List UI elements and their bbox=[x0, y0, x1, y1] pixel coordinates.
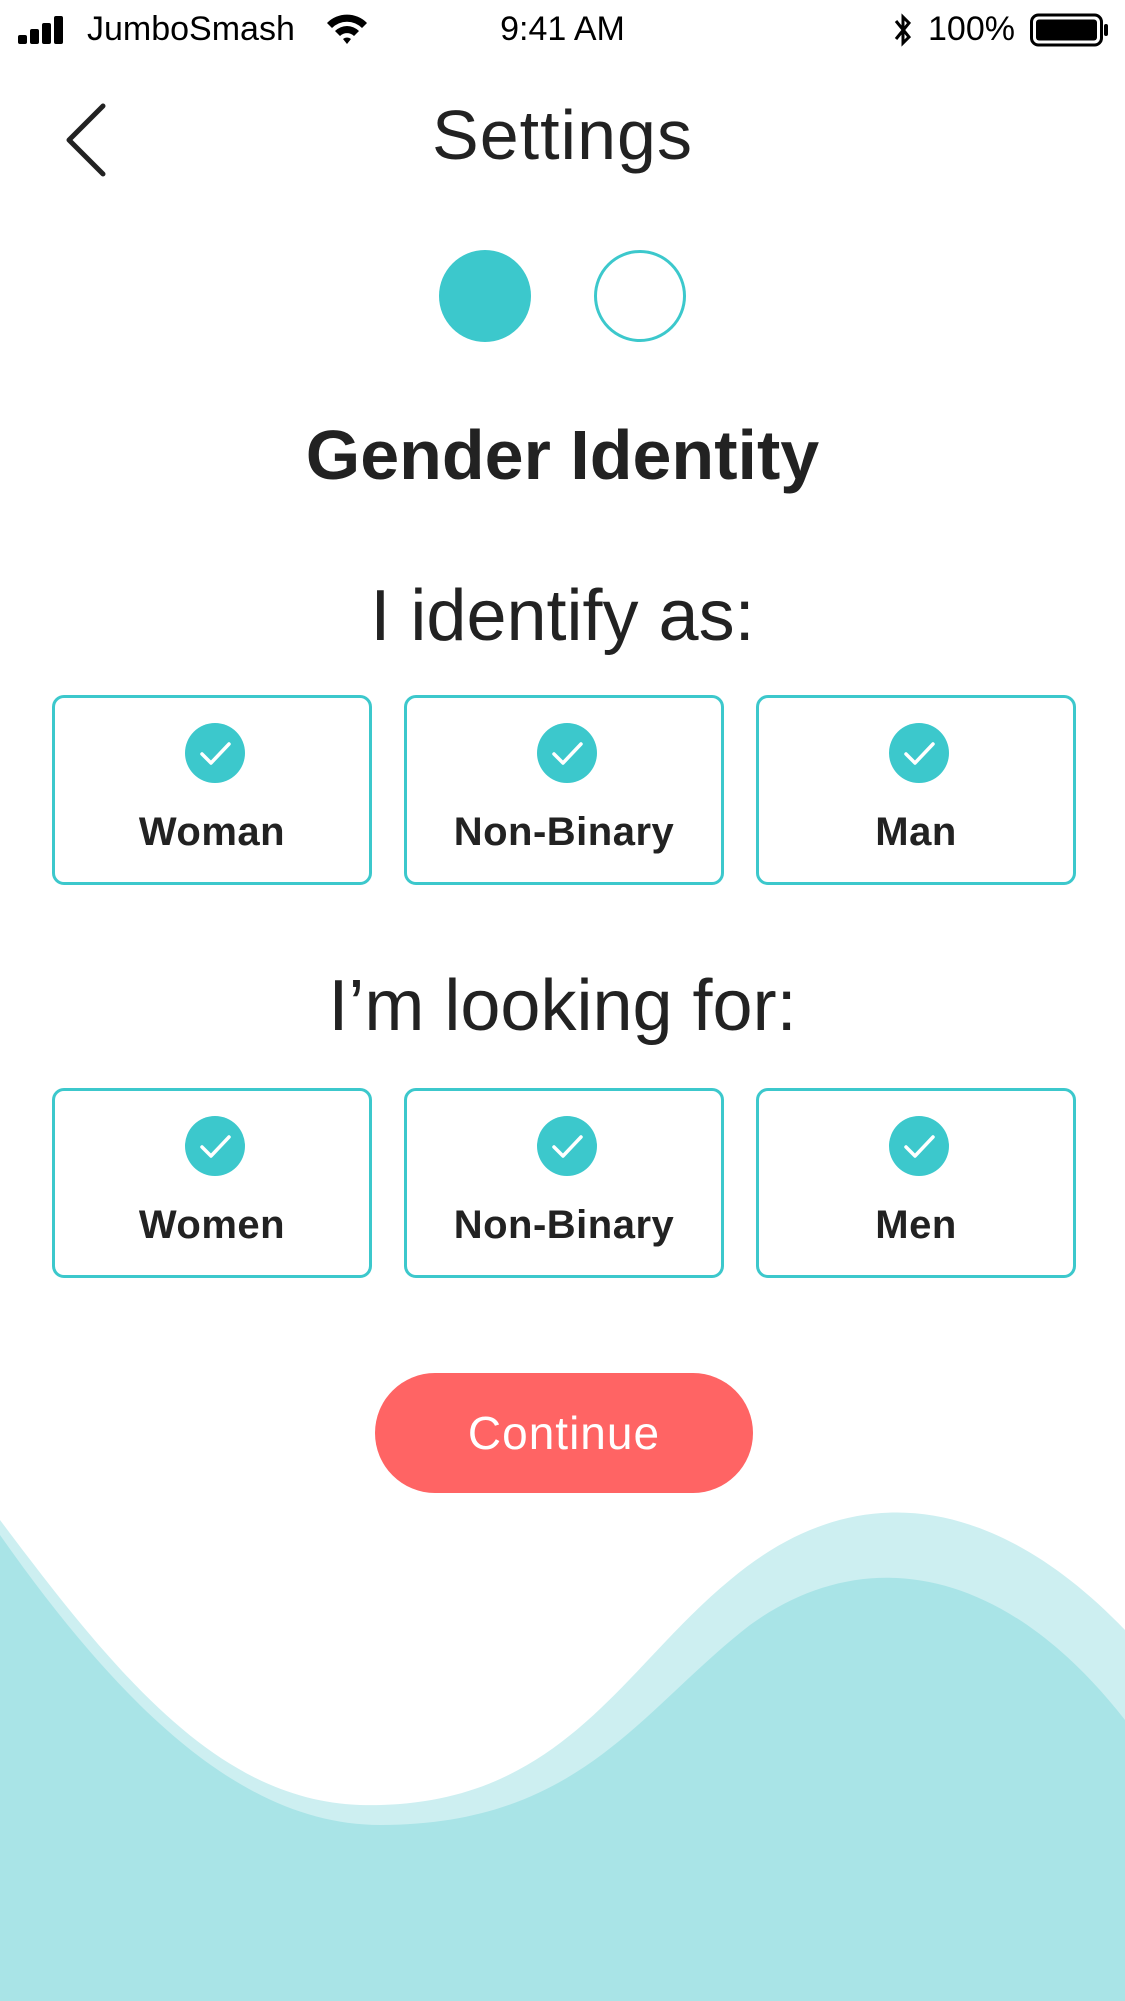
check-icon bbox=[889, 723, 949, 783]
looking-for-option-women[interactable]: Women bbox=[52, 1088, 372, 1278]
option-label: Women bbox=[138, 1203, 286, 1247]
bluetooth-icon bbox=[894, 13, 912, 47]
decorative-wave bbox=[0, 1512, 1125, 2001]
looking-for-question: I’m looking for: bbox=[328, 966, 797, 1046]
check-icon bbox=[537, 1116, 597, 1176]
identify-option-non-binary[interactable]: Non-Binary bbox=[404, 695, 724, 885]
looking-for-option-non-binary[interactable]: Non-Binary bbox=[404, 1088, 724, 1278]
page-title: Settings bbox=[432, 96, 693, 174]
option-label: Non-Binary bbox=[453, 1203, 675, 1247]
check-icon bbox=[889, 1116, 949, 1176]
step-indicator-1-active bbox=[439, 250, 531, 342]
continue-button[interactable]: Continue bbox=[375, 1373, 753, 1493]
status-bar: JumboSmash 9:41 AM 100% bbox=[0, 0, 1125, 62]
identify-options: Woman Non-Binary Man bbox=[52, 695, 1076, 885]
identify-question: I identify as: bbox=[370, 576, 755, 656]
looking-for-option-men[interactable]: Men bbox=[756, 1088, 1076, 1278]
check-icon bbox=[185, 1116, 245, 1176]
battery-icon bbox=[1030, 13, 1108, 47]
step-indicator-2 bbox=[594, 250, 686, 342]
option-label: Woman bbox=[138, 810, 286, 854]
option-label: Non-Binary bbox=[453, 810, 675, 854]
section-heading: Gender Identity bbox=[305, 416, 820, 494]
identify-option-woman[interactable]: Woman bbox=[52, 695, 372, 885]
identify-option-man[interactable]: Man bbox=[756, 695, 1076, 885]
battery-percentage: 100% bbox=[928, 10, 1015, 48]
check-icon bbox=[185, 723, 245, 783]
option-label: Man bbox=[875, 810, 957, 854]
looking-for-options: Women Non-Binary Men bbox=[52, 1088, 1076, 1278]
option-label: Men bbox=[875, 1203, 957, 1247]
check-icon bbox=[537, 723, 597, 783]
settings-screen: JumboSmash 9:41 AM 100% Settings Gender … bbox=[0, 0, 1125, 2001]
